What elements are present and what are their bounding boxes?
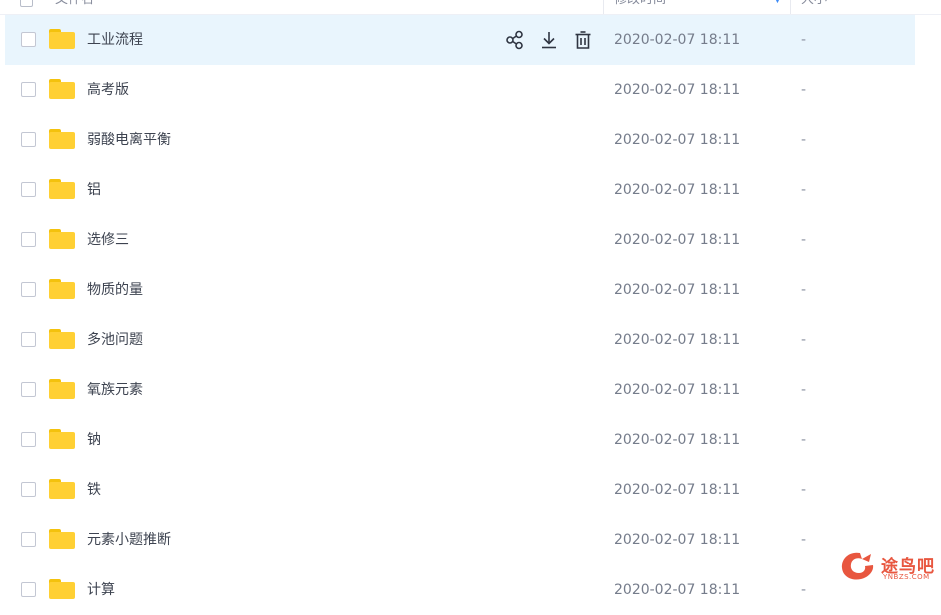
file-name-link[interactable]: 元素小题推断 [87,515,171,565]
file-name-link[interactable]: 多池问题 [87,315,143,365]
row-checkbox[interactable] [21,182,36,197]
folder-icon [49,279,75,299]
modified-time: 2020-02-07 18:11 [614,132,741,148]
row-checkbox[interactable] [21,382,36,397]
file-row[interactable]: 氧族元素 2020-02-07 18:11 - [0,365,941,415]
file-size: - [801,382,807,398]
file-list: 工业流程 2020-02-07 18:11 - 高考版 2020-02-07 18:11… [0,15,941,615]
file-row[interactable]: 多池问题 2020-02-07 18:11 - [0,315,941,365]
folder-icon [49,579,75,599]
modified-time: 2020-02-07 18:11 [614,482,741,498]
file-size: - [801,82,807,98]
file-name-link[interactable]: 氧族元素 [87,365,143,415]
file-row[interactable]: 物质的量 2020-02-07 18:11 - [0,265,941,315]
row-checkbox[interactable] [21,432,36,447]
modified-time: 2020-02-07 18:11 [614,82,741,98]
column-header-modified[interactable]: 修改时间 [614,0,666,14]
file-row[interactable]: 元素小题推断 2020-02-07 18:11 - [0,515,941,565]
file-row[interactable]: 高考版 2020-02-07 18:11 - [0,65,941,115]
modified-time: 2020-02-07 18:11 [614,382,741,398]
file-row[interactable]: 钠 2020-02-07 18:11 - [0,415,941,465]
folder-icon [49,529,75,549]
file-name-link[interactable]: 铁 [87,465,101,515]
folder-icon [49,429,75,449]
column-header-size[interactable]: 大小 [801,0,827,14]
row-checkbox[interactable] [21,232,36,247]
file-size: - [801,332,807,348]
file-name-link[interactable]: 物质的量 [87,265,143,315]
row-checkbox[interactable] [21,532,36,547]
file-list-header: 文件名 修改时间 ▼ 大小 [0,0,941,15]
file-row[interactable]: 铝 2020-02-07 18:11 - [0,165,941,215]
file-size: - [801,32,807,48]
delete-icon[interactable] [572,29,594,51]
row-checkbox[interactable] [21,582,36,597]
modified-time: 2020-02-07 18:11 [614,532,741,548]
file-size: - [801,282,807,298]
sort-descending-icon[interactable]: ▼ [774,0,781,14]
file-row[interactable]: 计算 2020-02-07 18:11 - [0,565,941,615]
file-name-link[interactable]: 铝 [87,165,101,215]
file-size: - [801,582,807,598]
file-size: - [801,432,807,448]
row-checkbox[interactable] [21,82,36,97]
folder-icon [49,129,75,149]
row-checkbox[interactable] [21,482,36,497]
file-size: - [801,182,807,198]
file-name-link[interactable]: 弱酸电离平衡 [87,115,171,165]
column-divider [790,0,791,14]
watermark-domain: YNBZS.COM [883,573,930,581]
file-row[interactable]: 工业流程 2020-02-07 18:11 - [0,15,941,65]
modified-time: 2020-02-07 18:11 [614,332,741,348]
bird-logo-icon [841,552,874,580]
file-name-link[interactable]: 计算 [87,565,115,615]
modified-time: 2020-02-07 18:11 [614,232,741,248]
folder-icon [49,329,75,349]
file-row[interactable]: 选修三 2020-02-07 18:11 - [0,215,941,265]
modified-time: 2020-02-07 18:11 [614,182,741,198]
folder-icon [49,179,75,199]
folder-icon [49,379,75,399]
column-header-name[interactable]: 文件名 [55,0,94,14]
file-name-link[interactable]: 钠 [87,415,101,465]
column-divider [603,0,604,14]
share-icon[interactable] [504,29,526,51]
row-checkbox[interactable] [21,32,36,47]
folder-icon [49,29,75,49]
row-checkbox[interactable] [21,332,36,347]
file-name-link[interactable]: 选修三 [87,215,129,265]
select-all-checkbox[interactable] [20,0,33,7]
modified-time: 2020-02-07 18:11 [614,32,741,48]
modified-time: 2020-02-07 18:11 [614,432,741,448]
download-icon[interactable] [538,29,560,51]
file-size: - [801,232,807,248]
file-row[interactable]: 弱酸电离平衡 2020-02-07 18:11 - [0,115,941,165]
modified-time: 2020-02-07 18:11 [614,582,741,598]
folder-icon [49,79,75,99]
row-checkbox[interactable] [21,282,36,297]
modified-time: 2020-02-07 18:11 [614,282,741,298]
folder-icon [49,229,75,249]
file-name-link[interactable]: 工业流程 [87,15,143,65]
file-size: - [801,532,807,548]
watermark-logo: 途鸟吧 YNBZS.COM [838,548,938,584]
row-checkbox[interactable] [21,132,36,147]
file-size: - [801,132,807,148]
file-row[interactable]: 铁 2020-02-07 18:11 - [0,465,941,515]
folder-icon [49,479,75,499]
file-name-link[interactable]: 高考版 [87,65,129,115]
file-size: - [801,482,807,498]
